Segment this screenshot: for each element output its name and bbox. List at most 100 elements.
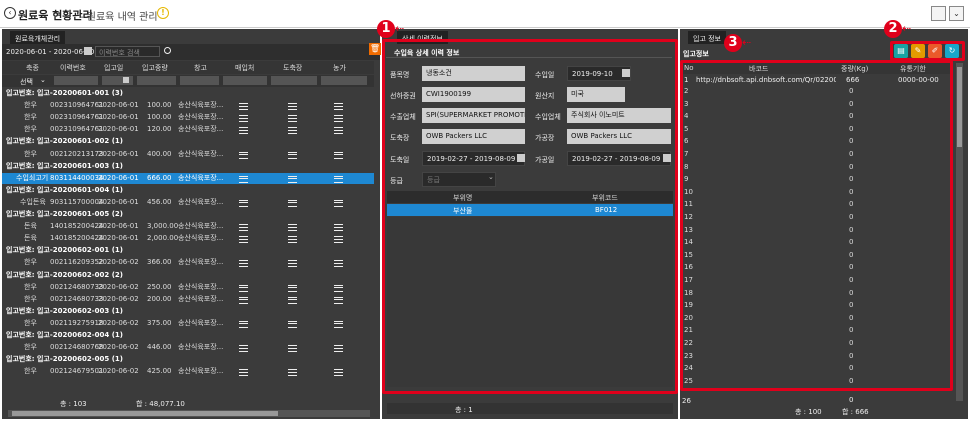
delete-icon[interactable]: 🗑 bbox=[369, 43, 381, 55]
table-row[interactable]: 70 bbox=[683, 149, 950, 161]
list-icon[interactable] bbox=[334, 284, 343, 294]
col-barcode[interactable]: 바코드 bbox=[749, 64, 768, 74]
importer-field[interactable]: 주식회사 이노미트 bbox=[567, 108, 671, 123]
list-icon[interactable] bbox=[239, 175, 248, 185]
list-icon[interactable] bbox=[239, 368, 248, 378]
list-icon[interactable] bbox=[334, 235, 343, 245]
tab-receiving-info[interactable]: 입고 정보 bbox=[688, 31, 726, 44]
col-part-code[interactable]: 부위코드 bbox=[592, 193, 618, 203]
table-row[interactable]: 한우 002124680733 2020-06-02 250.00 송산식육포장... bbox=[2, 282, 374, 294]
table-row[interactable]: 11 0 bbox=[683, 199, 950, 211]
list-icon[interactable] bbox=[288, 284, 297, 294]
table-row[interactable]: 23 0 bbox=[683, 351, 950, 363]
col-weight[interactable]: 중량(Kg) bbox=[841, 64, 868, 74]
calendar-icon[interactable] bbox=[517, 154, 525, 162]
col-no[interactable]: No bbox=[684, 64, 694, 72]
table-row[interactable]: 한우 002124679501 2020-06-02 425.00 송산식육포장... bbox=[2, 366, 374, 378]
filter-warehouse-input[interactable] bbox=[180, 76, 219, 85]
list-icon[interactable] bbox=[288, 235, 297, 245]
right-first-row[interactable]: 1 http://dnbsoft.api.dnbsoft.com/Qr/0220… bbox=[683, 75, 950, 86]
table-row[interactable]: 한우 002310964761 2020-06-01 120.00 송산식육포장... bbox=[2, 124, 374, 136]
right-v-scrollbar[interactable] bbox=[956, 63, 963, 401]
table-row[interactable]: 돈육 140185200424 2020-06-01 2,000.00 송산식육포장..… bbox=[2, 233, 374, 245]
list-icon[interactable] bbox=[288, 102, 297, 112]
list-icon[interactable] bbox=[239, 199, 248, 209]
list-icon[interactable] bbox=[334, 126, 343, 136]
list-icon[interactable] bbox=[239, 223, 248, 233]
right-v-scroll-thumb[interactable] bbox=[957, 67, 962, 147]
group-row[interactable]: 입고번호: 입고-20200601-005 (2) bbox=[2, 209, 374, 221]
col-in-weight[interactable]: 입고중량 bbox=[142, 63, 168, 73]
filter-slaughter-input[interactable] bbox=[271, 76, 317, 85]
col-buyer[interactable]: 매입처 bbox=[235, 63, 254, 73]
table-row[interactable]: 80 bbox=[683, 162, 950, 174]
list-icon[interactable] bbox=[288, 320, 297, 330]
list-icon[interactable] bbox=[239, 344, 248, 354]
list-icon[interactable] bbox=[239, 320, 248, 330]
table-row[interactable]: 18 0 bbox=[683, 288, 950, 300]
list-icon[interactable] bbox=[288, 223, 297, 233]
group-row[interactable]: 입고번호: 입고-20200602-001 (1) bbox=[2, 245, 374, 257]
parts-row[interactable]: 부산물 BF012 bbox=[387, 204, 673, 216]
list-icon[interactable] bbox=[288, 259, 297, 269]
list-icon[interactable] bbox=[288, 199, 297, 209]
list-icon[interactable] bbox=[239, 114, 248, 124]
table-row[interactable]: 한우 002119275918 2020-06-02 375.00 송산식육포장... bbox=[2, 318, 374, 330]
table-row[interactable]: 30 bbox=[683, 99, 950, 111]
table-row[interactable]: 한우 002120213173 2020-06-01 400.00 송산식육포장... bbox=[2, 149, 374, 161]
table-row[interactable]: 21 0 bbox=[683, 325, 950, 337]
info-icon[interactable]: ! bbox=[157, 7, 169, 19]
group-row[interactable]: 입고번호: 입고-20200601-002 (1) bbox=[2, 136, 374, 148]
date-range[interactable]: 2020-06-01 - 2020-06-30 bbox=[6, 48, 94, 56]
table-row[interactable]: 16 0 bbox=[683, 262, 950, 274]
select-chevron-icon[interactable]: ⌄ bbox=[40, 76, 46, 84]
list-icon[interactable] bbox=[334, 368, 343, 378]
list-icon[interactable] bbox=[334, 114, 343, 124]
list-icon[interactable] bbox=[239, 259, 248, 269]
list-icon[interactable] bbox=[334, 151, 343, 161]
col-part-name[interactable]: 부위명 bbox=[453, 193, 472, 203]
group-row[interactable]: 입고번호: 입고-20200601-003 (1) bbox=[2, 161, 374, 173]
col-warehouse[interactable]: 창고 bbox=[194, 63, 207, 73]
chevron-down-icon[interactable]: ⌄ bbox=[488, 173, 494, 181]
list-icon[interactable] bbox=[334, 175, 343, 185]
group-row[interactable]: 입고번호: 입고-20200601-004 (1) bbox=[2, 185, 374, 197]
table-row[interactable]: 25 0 bbox=[683, 376, 950, 388]
table-row[interactable]: 17 0 bbox=[683, 275, 950, 287]
table-row[interactable]: 60 bbox=[683, 136, 950, 148]
list-icon[interactable] bbox=[288, 151, 297, 161]
filter-buyer-input[interactable] bbox=[223, 76, 267, 85]
list-icon[interactable] bbox=[334, 320, 343, 330]
list-icon[interactable] bbox=[239, 235, 248, 245]
cert-field[interactable]: CWI1900199 bbox=[422, 87, 525, 102]
table-row[interactable]: 90 bbox=[683, 174, 950, 186]
list-icon[interactable] bbox=[334, 296, 343, 306]
calendar-icon[interactable] bbox=[622, 69, 630, 77]
table-row[interactable]: 50 bbox=[683, 124, 950, 136]
table-row[interactable]: 40 bbox=[683, 111, 950, 123]
table-row[interactable]: 13 0 bbox=[683, 225, 950, 237]
table-row[interactable]: 10 0 bbox=[683, 187, 950, 199]
list-icon[interactable] bbox=[288, 114, 297, 124]
table-row[interactable]: 22 0 bbox=[683, 338, 950, 350]
group-row[interactable]: 입고번호: 입고-20200601-001 (3) bbox=[2, 88, 374, 100]
col-expiry[interactable]: 유통기한 bbox=[900, 64, 926, 74]
process-date-field[interactable]: 2019-02-27 - 2019-08-09 bbox=[567, 151, 671, 166]
calendar-icon[interactable] bbox=[123, 77, 129, 83]
table-row[interactable]: 돈육 140185200424 2020-06-01 3,000.00 송산식육포장..… bbox=[2, 221, 374, 233]
left-h-scroll-thumb[interactable] bbox=[12, 411, 278, 416]
table-row[interactable]: 한우 002116209352 2020-06-02 366.00 송산식육포장... bbox=[2, 257, 374, 269]
filter-trace-input[interactable] bbox=[54, 76, 98, 85]
col-in-date[interactable]: 입고일 bbox=[104, 63, 123, 73]
col-trace-no[interactable]: 이력번호 bbox=[60, 63, 86, 73]
list-icon[interactable] bbox=[239, 151, 248, 161]
search-icon[interactable] bbox=[164, 47, 171, 54]
slaughter-field[interactable]: OWB Packers LLC bbox=[422, 129, 525, 144]
table-row[interactable]: 한우 002124680768 2020-06-02 446.00 송산식육포장... bbox=[2, 342, 374, 354]
list-icon[interactable] bbox=[288, 344, 297, 354]
list-icon[interactable] bbox=[288, 126, 297, 136]
list-icon[interactable] bbox=[288, 368, 297, 378]
layout-icon[interactable] bbox=[931, 6, 946, 21]
group-row[interactable]: 입고번호: 입고-20200602-002 (2) bbox=[2, 270, 374, 282]
group-row[interactable]: 입고번호: 입고-20200602-003 (1) bbox=[2, 306, 374, 318]
